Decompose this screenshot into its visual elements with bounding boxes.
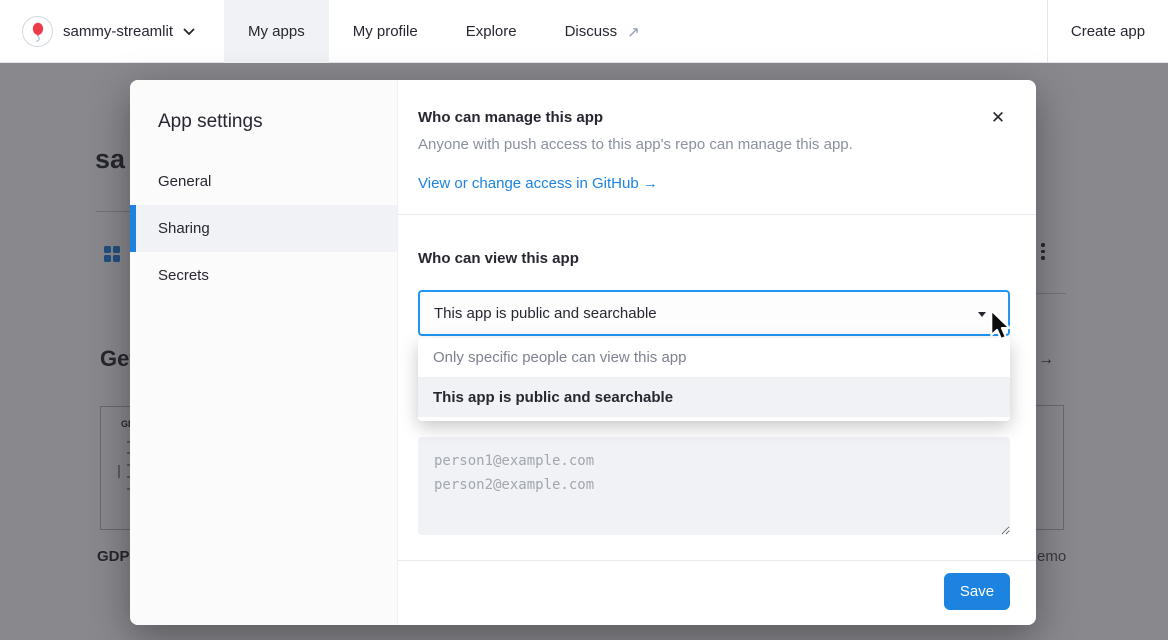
option-public-searchable[interactable]: This app is public and searchable	[418, 378, 1010, 417]
settings-sidebar: App settings General Sharing Secrets	[130, 80, 398, 625]
close-icon[interactable]: ✕	[984, 104, 1012, 132]
tab-explore[interactable]: Explore	[442, 0, 541, 63]
tab-label: My apps	[248, 23, 305, 40]
viewer-emails-input[interactable]	[418, 437, 1010, 535]
footer-divider	[398, 560, 1036, 561]
viewer-access-select[interactable]: This app is public and searchable	[418, 290, 1010, 336]
option-specific-people[interactable]: Only specific people can view this app	[418, 338, 1010, 378]
sidebar-item-secrets[interactable]: Secrets	[130, 252, 398, 299]
tab-label: Explore	[466, 23, 517, 40]
tab-my-apps[interactable]: My apps	[224, 0, 329, 63]
settings-title: App settings	[158, 111, 263, 133]
external-link-icon: ↗	[627, 23, 640, 41]
viewer-access-dropdown: Only specific people can view this app T…	[418, 338, 1010, 421]
balloon-logo-icon	[22, 16, 53, 47]
manage-section-heading: Who can manage this app	[418, 109, 603, 126]
top-navbar: sammy-streamlit My apps My profile Explo…	[0, 0, 1168, 63]
tab-discuss[interactable]: Discuss ↗	[541, 0, 664, 63]
section-divider	[398, 214, 1036, 215]
create-app-button[interactable]: Create app	[1047, 0, 1168, 63]
select-caret-icon	[978, 312, 986, 317]
nav-tabs: My apps My profile Explore Discuss ↗	[224, 0, 664, 63]
manage-section-description: Anyone with push access to this app's re…	[418, 136, 853, 153]
chevron-down-icon	[183, 23, 195, 41]
sidebar-item-sharing[interactable]: Sharing	[130, 205, 398, 252]
workspace-switcher[interactable]: sammy-streamlit	[22, 0, 195, 63]
view-section-heading: Who can view this app	[418, 250, 579, 267]
screen: sa Get GDP GDP → emo sammy-streamlit	[0, 0, 1168, 640]
sidebar-item-general[interactable]: General	[130, 158, 398, 205]
github-access-link[interactable]: View or change access in GitHub →	[418, 175, 658, 192]
tab-label: Discuss	[565, 23, 618, 40]
select-value: This app is public and searchable	[434, 305, 657, 322]
save-button[interactable]: Save	[944, 573, 1010, 610]
tab-my-profile[interactable]: My profile	[329, 0, 442, 63]
workspace-name: sammy-streamlit	[63, 23, 173, 40]
tab-label: My profile	[353, 23, 418, 40]
